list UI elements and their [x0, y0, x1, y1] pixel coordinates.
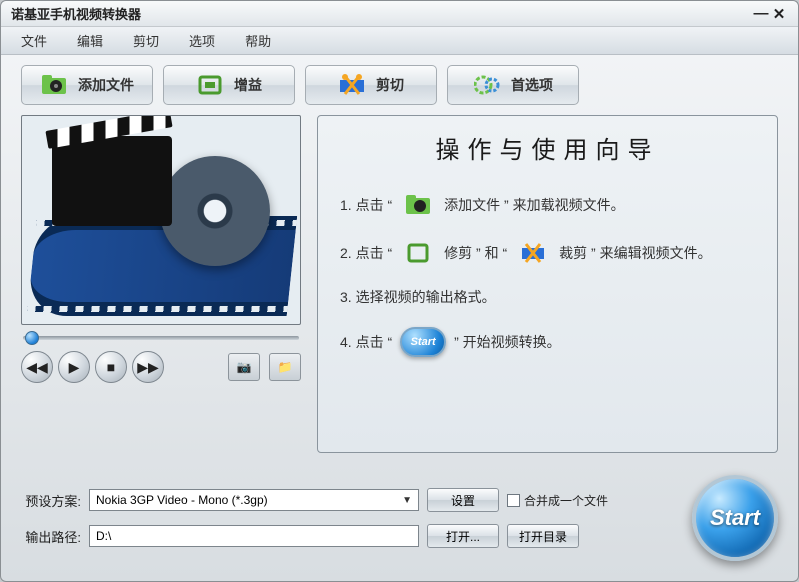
- stop-button[interactable]: ■: [95, 351, 127, 383]
- guide-step-2: 2. 点击 “ 修剪 ” 和 “ 裁剪 ” 来编辑视频文件。: [340, 229, 755, 277]
- prefs-label: 首选项: [511, 75, 553, 95]
- titlebar: 诺基亚手机视频转换器 — ✕: [1, 1, 798, 27]
- merge-label: 合并成一个文件: [524, 492, 608, 509]
- guide-trim-icon: [400, 239, 436, 267]
- main-area: ◀◀ ▶ ■ ▶▶ 📷 📁 操作与使用向导 1. 点击 “ 添加文件 ” 来加载…: [1, 115, 798, 465]
- prefs-button[interactable]: 首选项: [447, 65, 579, 105]
- start-button-label: Start: [710, 505, 760, 531]
- guide-crop-icon: [515, 239, 551, 267]
- checkbox-box: [507, 494, 520, 507]
- menu-file[interactable]: 文件: [21, 31, 47, 50]
- menu-options[interactable]: 选项: [189, 31, 215, 50]
- profile-label: 预设方案:: [21, 491, 81, 510]
- add-file-icon: [40, 73, 68, 97]
- profile-combo[interactable]: Nokia 3GP Video - Mono (*.3gp) ▼: [89, 489, 419, 511]
- menubar: 文件 编辑 剪切 选项 帮助: [1, 27, 798, 55]
- play-button[interactable]: ▶: [58, 351, 90, 383]
- playback-controls: ◀◀ ▶ ■ ▶▶ 📷 📁: [21, 351, 301, 383]
- next-button[interactable]: ▶▶: [132, 351, 164, 383]
- menu-edit[interactable]: 编辑: [77, 31, 103, 50]
- prefs-icon: [473, 73, 501, 97]
- clapperboard-art: [52, 136, 172, 226]
- seek-thumb[interactable]: [25, 331, 39, 345]
- output-label: 输出路径:: [21, 527, 81, 546]
- output-path-value: D:\: [96, 529, 111, 543]
- guide-add-file-icon: [400, 191, 436, 219]
- prev-icon: ◀◀: [26, 359, 48, 376]
- guide-step2-text-b: 修剪 ” 和 “: [444, 243, 507, 263]
- guide-step-1: 1. 点击 “ 添加文件 ” 来加载视频文件。: [340, 181, 755, 229]
- crop-button[interactable]: 剪切: [305, 65, 437, 105]
- close-button[interactable]: ✕: [770, 5, 788, 23]
- menu-help[interactable]: 帮助: [245, 31, 271, 50]
- minimize-button[interactable]: —: [752, 5, 770, 22]
- guide-step-3: 3. 选择视频的输出格式。: [340, 277, 755, 317]
- guide-step1-text-a: 1. 点击 “: [340, 195, 392, 215]
- next-icon: ▶▶: [137, 359, 159, 376]
- prev-button[interactable]: ◀◀: [21, 351, 53, 383]
- output-row: 输出路径: D:\ 打开... 打开目录: [21, 524, 676, 548]
- gain-button[interactable]: 增益: [163, 65, 295, 105]
- toolbar: 添加文件 增益 剪切 首选项: [1, 55, 798, 115]
- profile-value: Nokia 3GP Video - Mono (*.3gp): [96, 493, 268, 507]
- output-path-field[interactable]: D:\: [89, 525, 419, 547]
- preview-panel: ◀◀ ▶ ■ ▶▶ 📷 📁: [21, 115, 301, 453]
- window-title: 诺基亚手机视频转换器: [11, 4, 752, 23]
- open-dir-button[interactable]: 打开目录: [507, 524, 579, 548]
- guide-step4-text-a: 4. 点击 “: [340, 332, 392, 352]
- folder-icon: 📁: [278, 360, 293, 374]
- seek-bar[interactable]: [21, 331, 301, 345]
- merge-checkbox[interactable]: 合并成一个文件: [507, 492, 608, 509]
- menu-cut[interactable]: 剪切: [133, 31, 159, 50]
- add-file-label: 添加文件: [78, 75, 134, 95]
- play-icon: ▶: [69, 359, 80, 376]
- app-window: 诺基亚手机视频转换器 — ✕ 文件 编辑 剪切 选项 帮助 添加文件 增益 剪切: [0, 0, 799, 582]
- guide-step-4: 4. 点击 “ Start ” 开始视频转换。: [340, 317, 755, 367]
- seek-track: [23, 336, 299, 340]
- film-reel-art: [160, 156, 270, 266]
- snapshot-button[interactable]: 📷: [228, 353, 260, 381]
- guide-step2-text-a: 2. 点击 “: [340, 243, 392, 263]
- guide-step2-text-c: 裁剪 ” 来编辑视频文件。: [559, 243, 711, 263]
- profile-row: 预设方案: Nokia 3GP Video - Mono (*.3gp) ▼ 设…: [21, 488, 676, 512]
- bottom-panel: 预设方案: Nokia 3GP Video - Mono (*.3gp) ▼ 设…: [1, 465, 798, 581]
- add-file-button[interactable]: 添加文件: [21, 65, 153, 105]
- camera-icon: 📷: [237, 360, 252, 374]
- chevron-down-icon: ▼: [402, 495, 412, 506]
- stop-icon: ■: [107, 359, 115, 375]
- crop-icon: [338, 73, 366, 97]
- bottom-fields: 预设方案: Nokia 3GP Video - Mono (*.3gp) ▼ 设…: [21, 488, 676, 548]
- settings-button[interactable]: 设置: [427, 488, 499, 512]
- open-snapshot-folder-button[interactable]: 📁: [269, 353, 301, 381]
- guide-start-icon: Start: [400, 327, 446, 357]
- gain-label: 增益: [234, 75, 262, 95]
- crop-label: 剪切: [376, 75, 404, 95]
- start-button[interactable]: Start: [692, 475, 778, 561]
- gain-icon: [196, 73, 224, 97]
- open-button[interactable]: 打开...: [427, 524, 499, 548]
- guide-step3-text: 3. 选择视频的输出格式。: [340, 287, 496, 307]
- guide-title: 操作与使用向导: [340, 130, 755, 165]
- guide-step1-text-b: 添加文件 ” 来加载视频文件。: [444, 195, 624, 215]
- guide-panel: 操作与使用向导 1. 点击 “ 添加文件 ” 来加载视频文件。 2. 点击 “ …: [317, 115, 778, 453]
- preview-video: [21, 115, 301, 325]
- guide-step4-text-b: ” 开始视频转换。: [454, 332, 561, 352]
